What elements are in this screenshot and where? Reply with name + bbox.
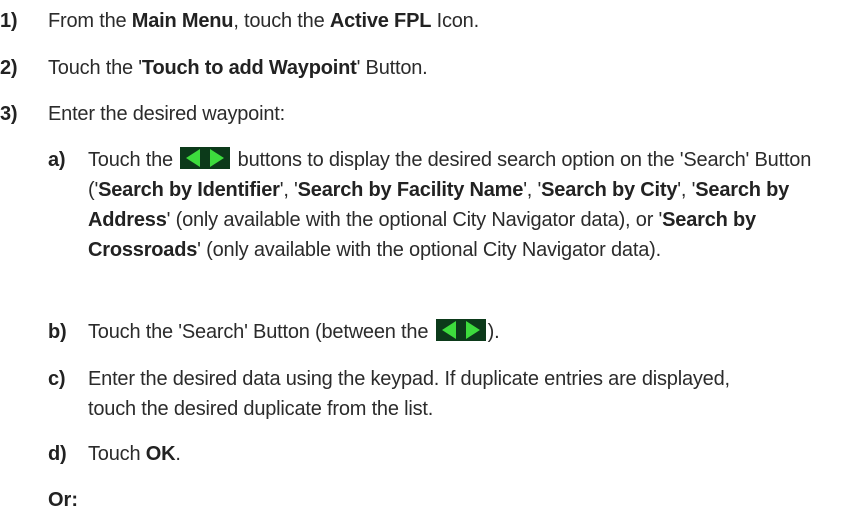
step-1: 1) From the Main Menu, touch the Active … bbox=[0, 6, 862, 36]
step-text: Touch the 'Touch to add Waypoint' Button… bbox=[48, 53, 862, 83]
text-run: ', ' bbox=[279, 179, 298, 201]
step-2: 2) Touch the 'Touch to add Waypoint' But… bbox=[0, 53, 862, 83]
substep-a: a) Touch the buttons to display the desi… bbox=[48, 145, 856, 265]
right-arrow-icon bbox=[210, 149, 225, 167]
substep-c: c) Enter the desired data using the keyp… bbox=[48, 364, 748, 424]
bold-term: Search by Identifier bbox=[98, 179, 280, 201]
substep-letter: b) bbox=[48, 321, 67, 343]
text-run: Enter the desired data using the keypad.… bbox=[88, 368, 730, 420]
left-arrow-icon bbox=[441, 321, 456, 339]
step-text: Enter the desired waypoint: bbox=[48, 99, 862, 129]
text-run: , touch the bbox=[233, 10, 330, 32]
text-run: Touch the bbox=[88, 149, 179, 171]
text-run: ', ' bbox=[523, 179, 542, 201]
arrow-buttons-icon bbox=[180, 147, 231, 169]
bold-term: Active FPL bbox=[329, 10, 432, 32]
text-run: ' (only available with the optional City… bbox=[197, 239, 661, 261]
text-run: Icon. bbox=[431, 10, 480, 32]
bold-term: OK bbox=[145, 443, 176, 465]
step-text: From the Main Menu, touch the Active FPL… bbox=[48, 6, 862, 36]
substep-letter: a) bbox=[48, 149, 66, 171]
text-run: Touch the 'Search' Button (between the bbox=[88, 321, 434, 343]
text-run: . bbox=[175, 443, 181, 465]
bold-term: Touch to add Waypoint bbox=[141, 57, 357, 79]
text-run: From the bbox=[48, 10, 132, 32]
substep-text: Touch the 'Search' Button (between the )… bbox=[88, 317, 856, 347]
substep-b: b) Touch the 'Search' Button (between th… bbox=[48, 317, 856, 347]
text-run: ' Button. bbox=[356, 57, 428, 79]
substep-d: d) Touch OK. bbox=[48, 439, 856, 469]
substep-text: Enter the desired data using the keypad.… bbox=[88, 364, 748, 424]
step-number: 2) bbox=[0, 57, 18, 79]
text-run: ', ' bbox=[677, 179, 696, 201]
substep-letter: c) bbox=[48, 368, 66, 390]
substep-text: Touch OK. bbox=[88, 439, 856, 469]
text-run: ' (only available with the optional City… bbox=[166, 209, 663, 231]
substep-letter: d) bbox=[48, 443, 67, 465]
left-arrow-icon bbox=[186, 149, 201, 167]
text-run: Touch bbox=[88, 443, 146, 465]
right-arrow-icon bbox=[465, 321, 480, 339]
text-run: Enter the desired waypoint: bbox=[48, 103, 285, 125]
bold-term: Main Menu bbox=[131, 10, 234, 32]
step-number: 3) bbox=[0, 103, 18, 125]
bold-term: Search by Facility Name bbox=[297, 179, 524, 201]
or-label: Or: bbox=[48, 489, 78, 511]
arrow-buttons-icon bbox=[435, 319, 486, 341]
step-number: 1) bbox=[0, 10, 18, 32]
text-run: Touch the ' bbox=[48, 57, 142, 79]
text-run: ). bbox=[487, 321, 500, 343]
instruction-document: 1) From the Main Menu, touch the Active … bbox=[0, 0, 862, 524]
step-3: 3) Enter the desired waypoint: bbox=[0, 99, 862, 129]
bold-term: Search by City bbox=[541, 179, 678, 201]
substep-text: Touch the buttons to display the desired… bbox=[88, 145, 856, 265]
